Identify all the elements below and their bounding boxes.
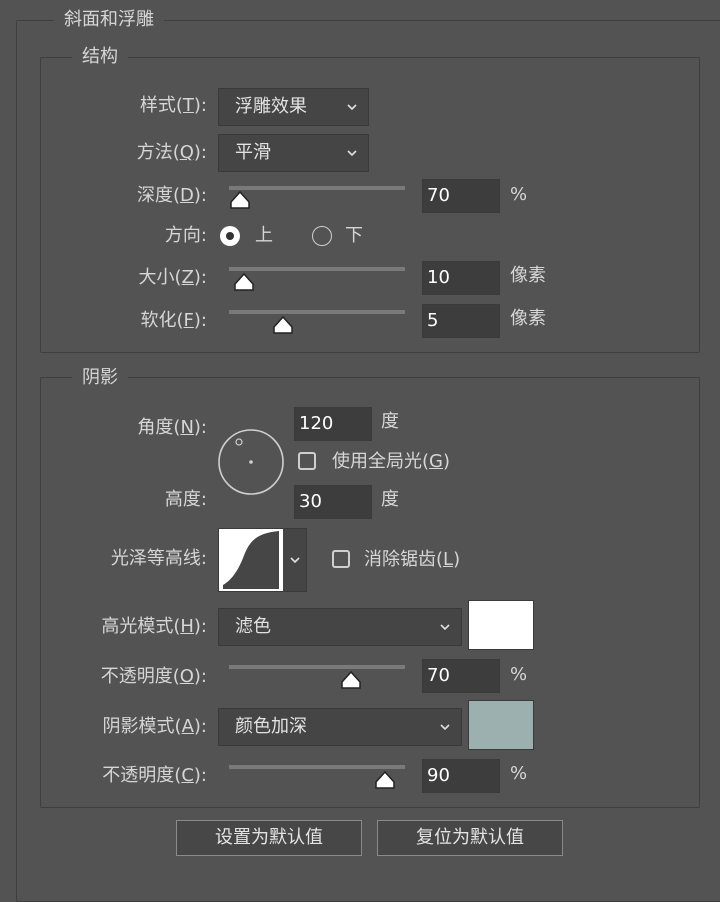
- depth-input[interactable]: 70: [422, 179, 500, 213]
- angle-unit: 度: [381, 411, 399, 432]
- highlight-opacity-slider-track[interactable]: [229, 665, 405, 669]
- shadow-opacity-slider-track[interactable]: [229, 765, 405, 769]
- shadow-opacity-input[interactable]: 90: [422, 759, 500, 793]
- style-select-value: 浮雕效果: [235, 96, 307, 117]
- soften-label: 软化(F):: [140, 310, 207, 331]
- highlight-mode-value: 滤色: [235, 616, 271, 637]
- gloss-contour-label: 光泽等高线:: [110, 548, 207, 569]
- shadow-mode-label: 阴影模式(A):: [102, 716, 207, 737]
- chevron-down-icon: [440, 624, 450, 631]
- depth-unit: %: [510, 184, 528, 205]
- method-label: 方法(Q):: [136, 142, 207, 163]
- altitude-label: 高度:: [164, 489, 207, 510]
- direction-down-label: 下: [345, 225, 363, 246]
- structure-title: 结构: [72, 45, 128, 69]
- angle-label: 角度(N):: [137, 417, 207, 438]
- method-select-value: 平滑: [235, 142, 271, 163]
- altitude-input[interactable]: 30: [294, 485, 372, 519]
- depth-slider-thumb[interactable]: [229, 190, 251, 210]
- shadow-title: 阴影: [72, 366, 128, 390]
- global-light-checkbox[interactable]: [298, 452, 316, 470]
- size-slider-track[interactable]: [229, 267, 405, 271]
- altitude-unit: 度: [381, 489, 399, 510]
- highlight-color-swatch[interactable]: [468, 600, 534, 650]
- highlight-mode-select[interactable]: 滤色: [218, 608, 462, 646]
- angle-dial[interactable]: [217, 428, 285, 496]
- highlight-opacity-unit: %: [510, 664, 528, 685]
- soften-unit: 像素: [510, 308, 546, 329]
- section-title: 斜面和浮雕: [54, 8, 164, 32]
- radio-dot: [226, 232, 234, 240]
- make-default-button[interactable]: 设置为默认值: [176, 820, 362, 856]
- reset-default-button[interactable]: 复位为默认值: [377, 820, 563, 856]
- highlight-opacity-label: 不透明度(O):: [100, 666, 207, 687]
- size-unit: 像素: [510, 265, 546, 286]
- style-label: 样式(T):: [139, 95, 207, 116]
- size-slider-thumb[interactable]: [233, 272, 255, 292]
- angle-input[interactable]: 120: [294, 407, 372, 441]
- anti-alias-label: 消除锯齿(L): [364, 549, 461, 570]
- shadow-mode-value: 颜色加深: [235, 716, 307, 737]
- anti-alias-checkbox[interactable]: [332, 550, 350, 568]
- soften-slider-thumb[interactable]: [272, 315, 294, 335]
- soften-input[interactable]: 5: [422, 304, 500, 338]
- highlight-opacity-input[interactable]: 70: [422, 659, 500, 693]
- style-select[interactable]: 浮雕效果: [218, 88, 369, 126]
- soften-slider-track[interactable]: [229, 310, 405, 314]
- direction-up-label: 上: [255, 225, 273, 246]
- size-label: 大小(Z):: [138, 267, 207, 288]
- gloss-contour-picker[interactable]: [218, 528, 307, 592]
- shadow-opacity-slider-thumb[interactable]: [374, 770, 396, 790]
- shadow-mode-select[interactable]: 颜色加深: [218, 708, 462, 746]
- shadow-color-swatch[interactable]: [468, 700, 534, 750]
- highlight-opacity-slider-thumb[interactable]: [340, 670, 362, 690]
- chevron-down-icon: [290, 557, 300, 564]
- depth-slider-track[interactable]: [229, 186, 405, 190]
- size-input[interactable]: 10: [422, 261, 500, 295]
- direction-label: 方向:: [164, 225, 207, 246]
- highlight-mode-label: 高光模式(H):: [101, 616, 207, 637]
- direction-down-radio[interactable]: [312, 226, 332, 246]
- chevron-down-icon: [347, 104, 357, 111]
- direction-up-radio[interactable]: [220, 226, 240, 246]
- method-select[interactable]: 平滑: [218, 134, 369, 172]
- depth-label: 深度(D):: [137, 185, 207, 206]
- global-light-label: 使用全局光(G): [332, 451, 451, 472]
- chevron-down-icon: [347, 150, 357, 157]
- chevron-down-icon: [440, 724, 450, 731]
- shadow-opacity-label: 不透明度(C):: [102, 765, 207, 786]
- shadow-opacity-unit: %: [510, 763, 528, 784]
- contour-preview: [219, 529, 283, 591]
